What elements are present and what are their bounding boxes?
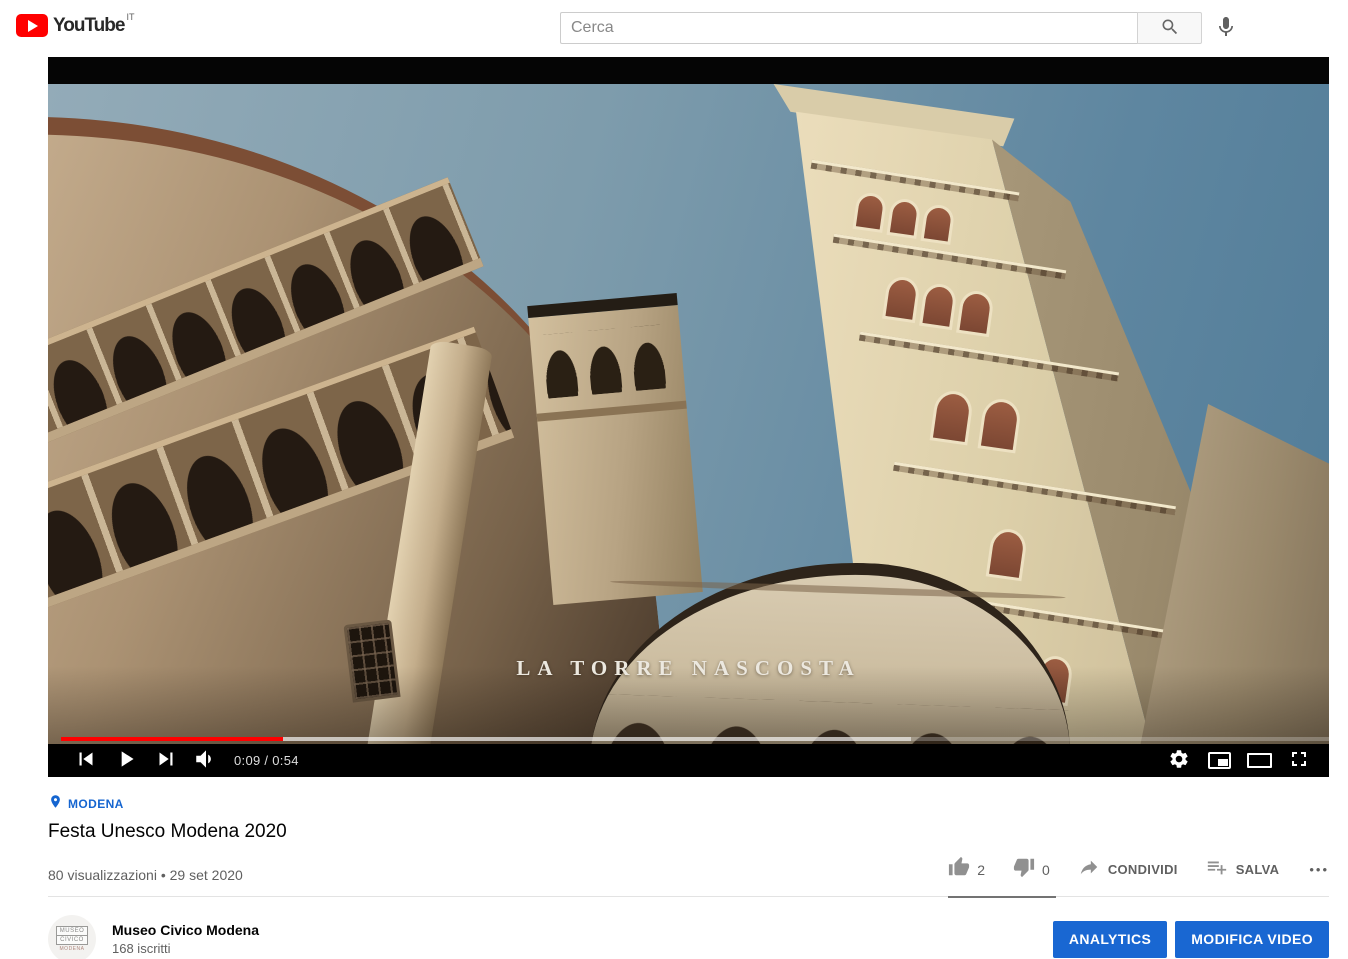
channel-row: MUSEO CIVICO MODENA Museo Civico Modena …	[48, 897, 1329, 959]
owner-buttons: ANALYTICS MODIFICA VIDEO	[1045, 921, 1329, 958]
time-duration: 0:54	[272, 753, 299, 768]
country-code-label: IT	[126, 12, 134, 22]
skip-previous-icon	[73, 746, 99, 775]
search-form	[560, 12, 1202, 44]
like-button[interactable]: 2	[948, 856, 985, 883]
time-current: 0:09	[234, 753, 261, 768]
playlist-add-icon	[1206, 856, 1228, 883]
next-button[interactable]	[146, 744, 186, 777]
channel-name[interactable]: Museo Civico Modena	[112, 922, 259, 938]
miniplayer-button[interactable]	[1199, 744, 1239, 777]
skip-next-icon	[153, 746, 179, 775]
theater-mode-button[interactable]	[1239, 744, 1279, 777]
meta-separator: •	[157, 867, 170, 883]
fullscreen-icon	[1287, 747, 1311, 774]
dislike-count: 0	[1042, 862, 1050, 878]
volume-button[interactable]	[186, 744, 226, 777]
time-separator: /	[261, 753, 273, 768]
sentiment-bar	[948, 896, 1056, 898]
search-input[interactable]	[560, 12, 1137, 44]
sentiment-group: 2 0	[948, 856, 1050, 883]
save-label: SALVA	[1236, 862, 1280, 877]
miniplayer-icon	[1208, 752, 1231, 769]
thumb-down-icon	[1013, 856, 1035, 883]
share-icon	[1078, 856, 1100, 883]
avatar-text-line: MODENA	[60, 946, 85, 952]
save-button[interactable]: SALVA	[1206, 856, 1280, 883]
dislike-button[interactable]: 0	[1013, 856, 1050, 883]
thumb-up-icon	[948, 856, 970, 883]
location-tag-label: MODENA	[68, 797, 124, 811]
seek-bar-played	[61, 737, 283, 741]
channel-avatar[interactable]: MUSEO CIVICO MODENA	[48, 915, 96, 959]
previous-button[interactable]	[66, 744, 106, 777]
action-bar: 2 0 CONDIVIDI	[948, 856, 1329, 883]
top-header: YouTube IT	[0, 0, 1348, 56]
view-count-and-date: 80 visualizzazioni • 29 set 2020	[48, 867, 243, 883]
volume-icon	[193, 746, 219, 775]
more-actions-button[interactable]: •••	[1309, 862, 1329, 877]
location-tag[interactable]: MODENA	[48, 777, 1329, 814]
play-icon	[113, 746, 139, 775]
subscriber-count: 168 iscritti	[112, 941, 259, 956]
fullscreen-button[interactable]	[1279, 744, 1319, 777]
share-button[interactable]: CONDIVIDI	[1078, 856, 1178, 883]
video-title: Festa Unesco Modena 2020	[48, 821, 1329, 843]
youtube-play-icon	[16, 14, 48, 37]
player-control-bar: 0:09 / 0:54	[48, 744, 1329, 777]
edit-video-button[interactable]: MODIFICA VIDEO	[1175, 921, 1329, 958]
search-button[interactable]	[1137, 12, 1202, 44]
meta-row: 80 visualizzazioni • 29 set 2020 2 0	[48, 856, 1329, 897]
view-count: 80 visualizzazioni	[48, 867, 157, 883]
play-button[interactable]	[106, 744, 146, 777]
analytics-button[interactable]: ANALYTICS	[1053, 921, 1167, 958]
seek-bar[interactable]	[61, 737, 1329, 741]
youtube-logo[interactable]: YouTube IT	[16, 14, 134, 37]
search-icon	[1160, 17, 1180, 40]
like-count: 2	[977, 862, 985, 878]
avatar-text-line: CIVICO	[56, 935, 88, 945]
letterbox-bar	[48, 57, 1329, 84]
share-label: CONDIVIDI	[1108, 862, 1178, 877]
publish-date: 29 set 2020	[170, 867, 243, 883]
microphone-icon	[1214, 15, 1238, 42]
settings-button[interactable]	[1159, 744, 1199, 777]
location-pin-icon	[48, 794, 63, 814]
video-frame: LA TORRE NASCOSTA	[48, 84, 1329, 777]
voice-search-button[interactable]	[1212, 14, 1240, 42]
youtube-wordmark: YouTube	[53, 14, 124, 37]
gear-icon	[1168, 748, 1190, 773]
time-display: 0:09 / 0:54	[234, 753, 299, 768]
video-info-section: MODENA Festa Unesco Modena 2020 80 visua…	[48, 777, 1329, 959]
theater-mode-icon	[1247, 753, 1272, 768]
video-player[interactable]: LA TORRE NASCOSTA	[48, 57, 1329, 777]
video-caption: LA TORRE NASCOSTA	[516, 656, 860, 681]
youtube-watch-page: YouTube IT	[0, 0, 1348, 959]
channel-text: Museo Civico Modena 168 iscritti	[112, 922, 259, 956]
